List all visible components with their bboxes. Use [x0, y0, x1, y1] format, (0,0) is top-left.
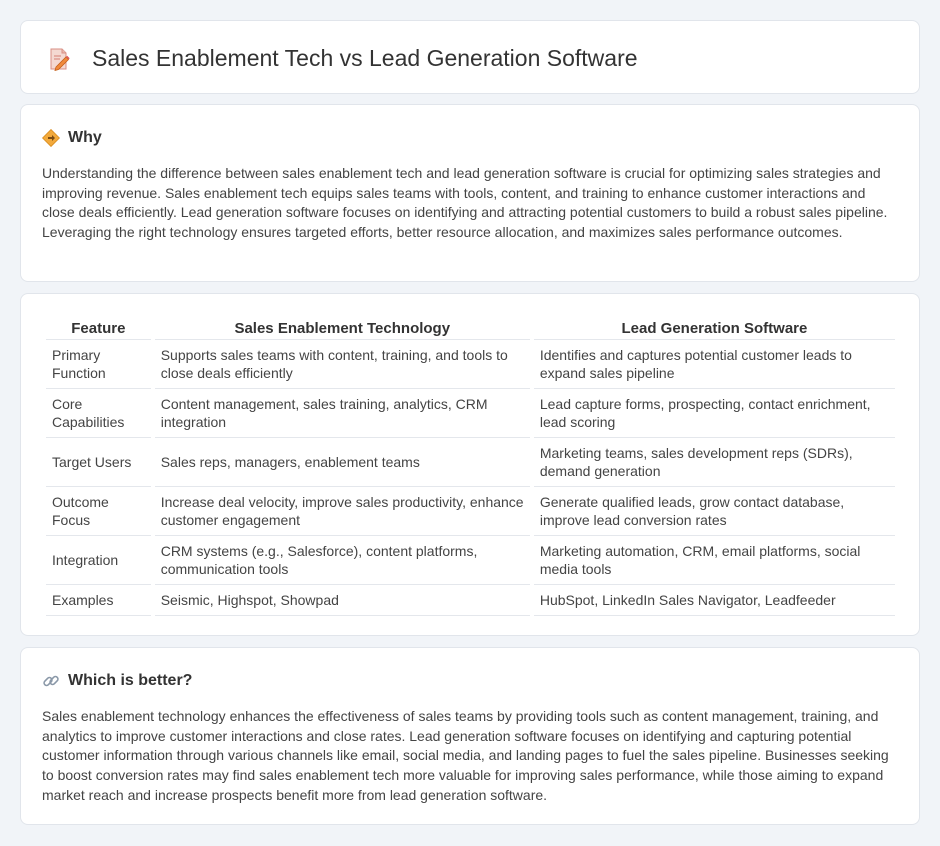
page-title: Sales Enablement Tech vs Lead Generation… [92, 45, 638, 71]
sales-enablement-cell: Content management, sales training, anal… [154, 389, 530, 438]
title-card: Sales Enablement Tech vs Lead Generation… [20, 20, 920, 94]
lead-generation-cell: Identifies and captures potential custom… [533, 340, 895, 389]
better-heading: Which is better? [42, 671, 192, 691]
table-row: Examples Seismic, Highspot, Showpad HubS… [46, 585, 895, 616]
better-heading-label: Which is better? [68, 672, 193, 689]
sales-enablement-cell: Seismic, Highspot, Showpad [154, 585, 530, 616]
lead-generation-cell: HubSpot, LinkedIn Sales Navigator, Leadf… [533, 585, 895, 616]
table-row: Core Capabilities Content management, sa… [46, 389, 895, 438]
sales-enablement-cell: Increase deal velocity, improve sales pr… [154, 487, 530, 536]
sales-enablement-cell: CRM systems (e.g., Salesforce), content … [154, 536, 530, 585]
feature-cell: Outcome Focus [46, 487, 151, 536]
feature-cell: Target Users [46, 438, 151, 487]
comparison-table: Feature Sales Enablement Technology Lead… [42, 314, 899, 616]
sales-enablement-cell: Supports sales teams with content, train… [154, 340, 530, 389]
diamond-signpost-icon [41, 128, 61, 148]
why-section: Why Understanding the difference between… [20, 104, 920, 282]
comparison-table-card: Feature Sales Enablement Technology Lead… [20, 293, 920, 636]
better-text: Sales enablement technology enhances the… [42, 708, 889, 803]
table-row: Target Users Sales reps, managers, enabl… [46, 438, 895, 487]
why-heading-label: Why [68, 129, 102, 146]
feature-cell: Integration [46, 536, 151, 585]
why-heading: Why [41, 128, 102, 148]
lead-generation-cell: Marketing teams, sales development reps … [533, 438, 895, 487]
which-is-better-section: Which is better? Sales enablement techno… [20, 647, 920, 825]
table-row: Primary Function Supports sales teams wi… [46, 340, 895, 389]
table-header-row: Feature Sales Enablement Technology Lead… [46, 314, 895, 340]
header-lead-generation: Lead Generation Software [533, 314, 895, 340]
header-feature: Feature [46, 314, 151, 340]
lead-generation-cell: Generate qualified leads, grow contact d… [533, 487, 895, 536]
header-sales-enablement: Sales Enablement Technology [154, 314, 530, 340]
lead-generation-cell: Lead capture forms, prospecting, contact… [533, 389, 895, 438]
table-row: Integration CRM systems (e.g., Salesforc… [46, 536, 895, 585]
feature-cell: Primary Function [46, 340, 151, 389]
feature-cell: Examples [46, 585, 151, 616]
feature-cell: Core Capabilities [46, 389, 151, 438]
table-row: Outcome Focus Increase deal velocity, im… [46, 487, 895, 536]
document-pencil-icon [47, 47, 71, 72]
sales-enablement-cell: Sales reps, managers, enablement teams [154, 438, 530, 487]
link-icon [42, 672, 60, 690]
why-text: Understanding the difference between sal… [42, 165, 888, 241]
lead-generation-cell: Marketing automation, CRM, email platfor… [533, 536, 895, 585]
